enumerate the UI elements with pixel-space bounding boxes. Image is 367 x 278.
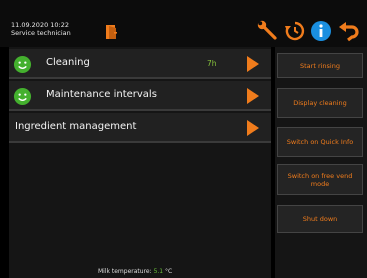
milk-temperature-status: Milk temperature: 5.1 °C xyxy=(98,268,172,275)
milk-temperature-unit: °C xyxy=(165,268,173,275)
menu-item-maintenance-intervals[interactable]: Maintenance intervals xyxy=(9,81,271,111)
wrench-icon[interactable] xyxy=(256,19,280,43)
menu-list: Cleaning 7h Maintenance intervals Ingred… xyxy=(9,47,271,278)
top-bar: 11.09.2020 10:22 Service technician xyxy=(0,0,367,47)
green-smiley-icon xyxy=(13,55,32,74)
milk-temperature-label: Milk temperature: xyxy=(98,268,152,275)
back-icon[interactable] xyxy=(337,21,361,45)
menu-item-label: Cleaning xyxy=(46,57,90,68)
menu-item-cleaning[interactable]: Cleaning 7h xyxy=(9,49,271,79)
display-cleaning-button[interactable]: Display cleaning xyxy=(277,88,363,118)
chevron-right-icon[interactable] xyxy=(246,55,260,73)
cleaning-interval-value: 7h xyxy=(207,59,217,68)
free-vend-mode-button[interactable]: Switch on free vend mode xyxy=(277,164,363,195)
datetime-text: 11.09.2020 10:22 xyxy=(11,21,70,29)
start-rinsing-button[interactable]: Start rinsing xyxy=(277,53,363,78)
action-panel: Start rinsing Display cleaning Switch on… xyxy=(275,47,367,278)
milk-temperature-value: 5.1 xyxy=(153,268,164,275)
header-status: 11.09.2020 10:22 Service technician xyxy=(11,21,71,37)
chevron-right-icon[interactable] xyxy=(246,119,260,137)
chevron-right-icon[interactable] xyxy=(246,87,260,105)
quick-info-button[interactable]: Switch on Quick Info xyxy=(277,127,363,157)
door-icon[interactable] xyxy=(105,24,119,40)
info-icon[interactable] xyxy=(309,19,333,43)
green-smiley-icon xyxy=(13,87,32,106)
shut-down-button[interactable]: Shut down xyxy=(277,205,363,233)
user-role-text: Service technician xyxy=(11,29,71,37)
menu-item-ingredient-management[interactable]: Ingredient management xyxy=(9,113,271,143)
menu-item-label: Ingredient management xyxy=(15,121,137,132)
menu-item-label: Maintenance intervals xyxy=(46,89,157,100)
history-icon[interactable] xyxy=(283,19,307,43)
